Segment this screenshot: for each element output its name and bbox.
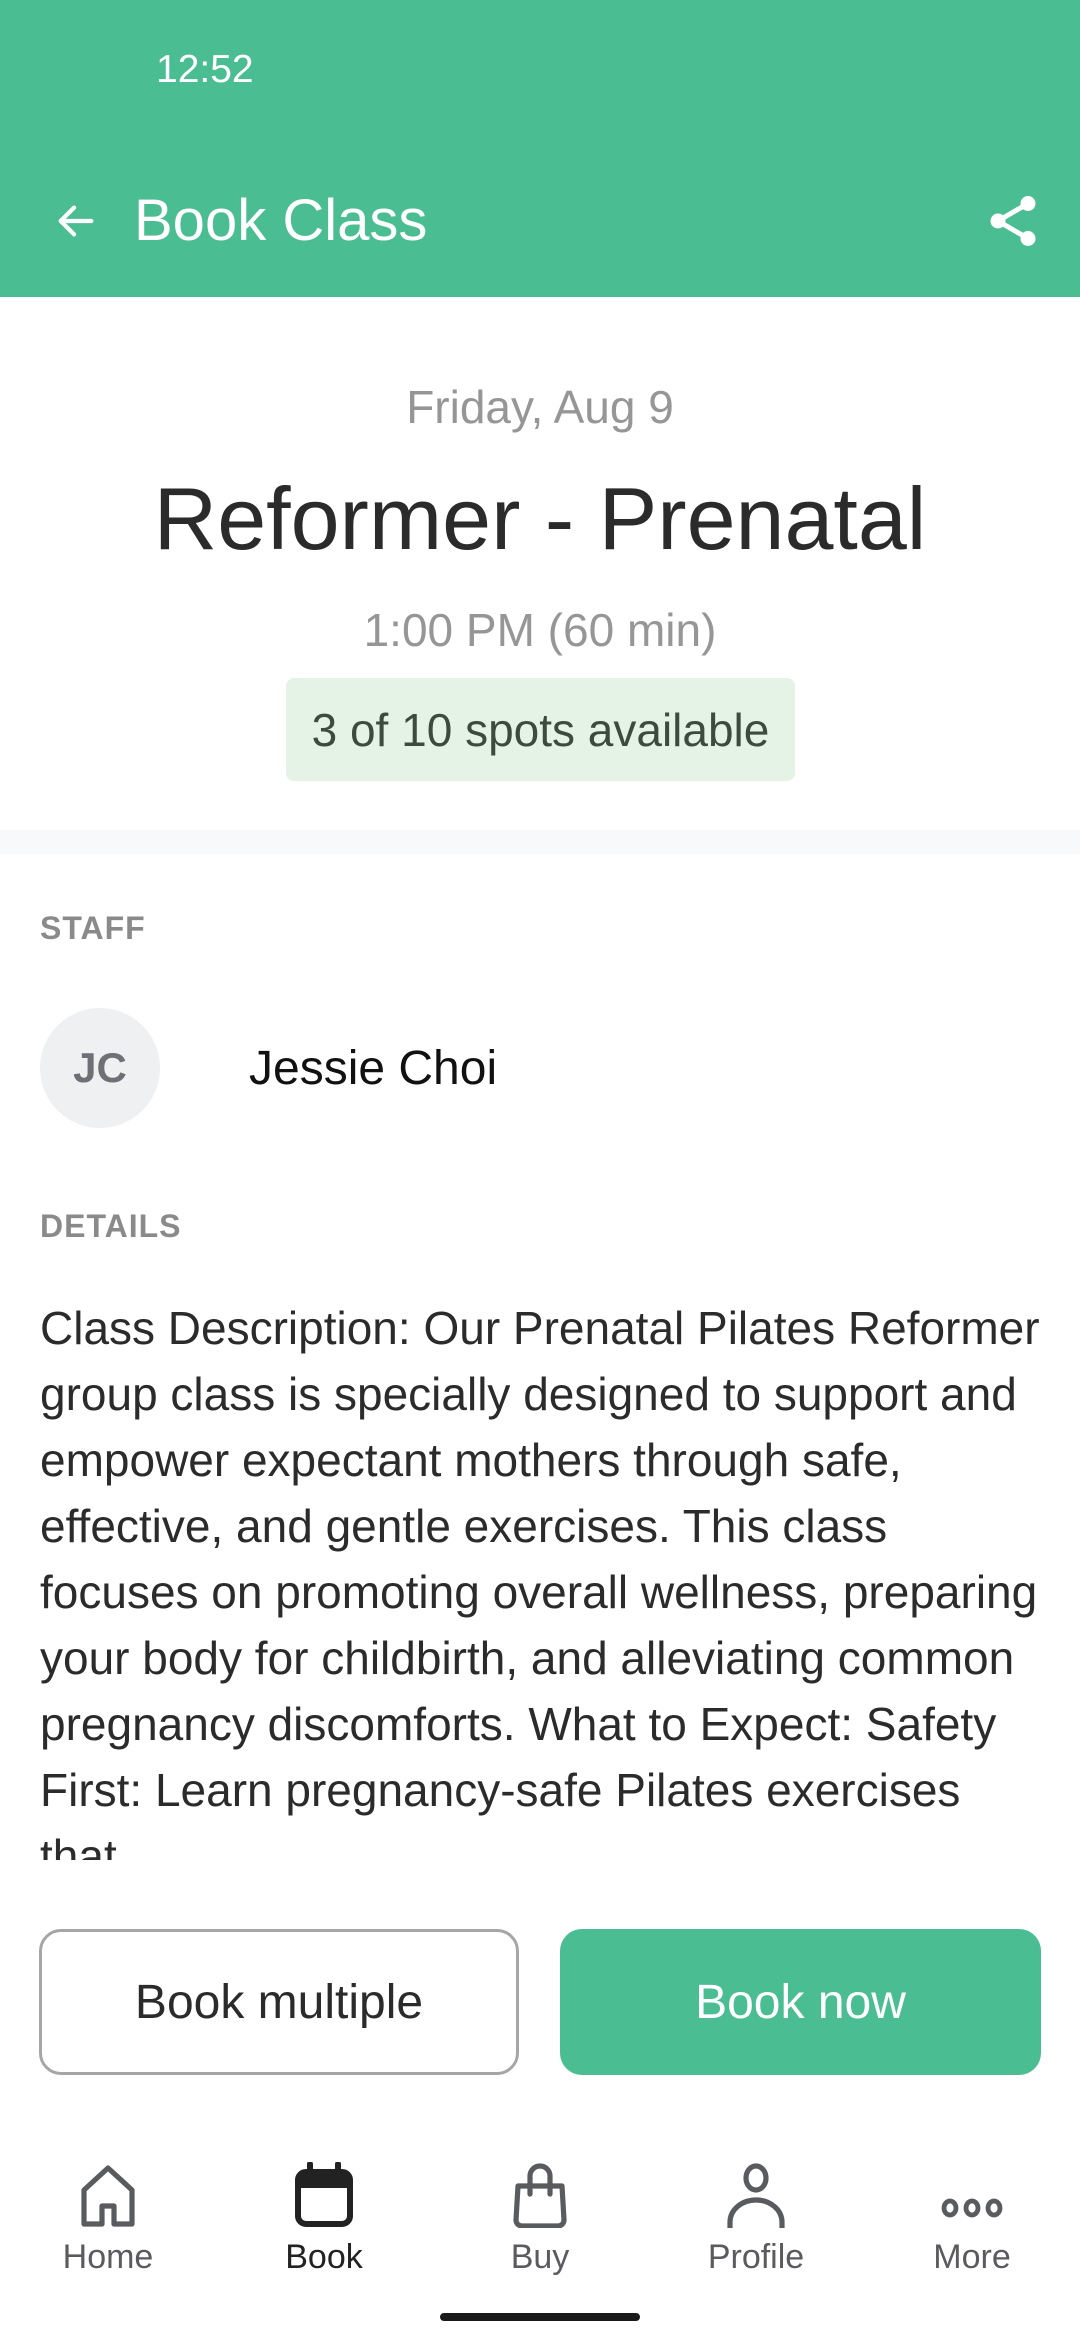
calendar-icon: [295, 2162, 353, 2227]
nav-label-book: Book: [285, 2238, 363, 2276]
nav-item-buy[interactable]: Buy: [432, 2150, 648, 2280]
share-icon: [990, 196, 1036, 246]
share-button[interactable]: [976, 184, 1050, 258]
staff-name: Jessie Choi: [249, 1041, 498, 1095]
app-header: 12:52 Book Class: [0, 0, 1080, 297]
class-date: Friday, Aug 9: [406, 381, 674, 433]
class-time: 1:00 PM (60 min): [363, 604, 717, 656]
details-section-label: DETAILS: [40, 1208, 182, 1244]
person-icon: [727, 2163, 785, 2228]
shopping-bag-icon: [513, 2163, 567, 2228]
more-dots-icon: [941, 2198, 1003, 2218]
nav-item-book[interactable]: Book: [216, 2150, 432, 2280]
home-icon: [81, 2165, 135, 2227]
status-bar-time: 12:52: [156, 48, 254, 91]
nav-label-home: Home: [62, 2238, 154, 2276]
availability-text: 3 of 10 spots available: [311, 703, 770, 756]
back-button[interactable]: [44, 184, 108, 258]
avatar-initials: JC: [73, 1044, 127, 1091]
home-indicator[interactable]: [440, 2313, 640, 2321]
book-multiple-button[interactable]: Book multiple: [39, 1929, 519, 2075]
bottom-navigation: Home Book Buy Profile More: [0, 2150, 1080, 2280]
class-description: Class Description: Our Prenatal Pilates …: [40, 1302, 1040, 1860]
nav-label-profile: Profile: [707, 2238, 805, 2276]
nav-item-profile[interactable]: Profile: [648, 2150, 864, 2280]
nav-item-home[interactable]: Home: [0, 2150, 216, 2280]
nav-label-more: More: [933, 2238, 1011, 2276]
availability-badge: 3 of 10 spots available: [286, 678, 795, 781]
staff-item[interactable]: JC Jessie Choi: [40, 1008, 497, 1128]
avatar: JC: [40, 1008, 160, 1128]
arrow-left-icon: [58, 205, 94, 237]
nav-label-buy: Buy: [510, 2238, 570, 2276]
nav-item-more[interactable]: More: [864, 2150, 1080, 2280]
class-title: Reformer - Prenatal: [153, 469, 927, 568]
page-title: Book Class: [134, 188, 428, 253]
section-divider: [0, 830, 1080, 854]
book-now-button[interactable]: Book now: [560, 1929, 1041, 2075]
staff-section-label: STAFF: [40, 910, 146, 946]
